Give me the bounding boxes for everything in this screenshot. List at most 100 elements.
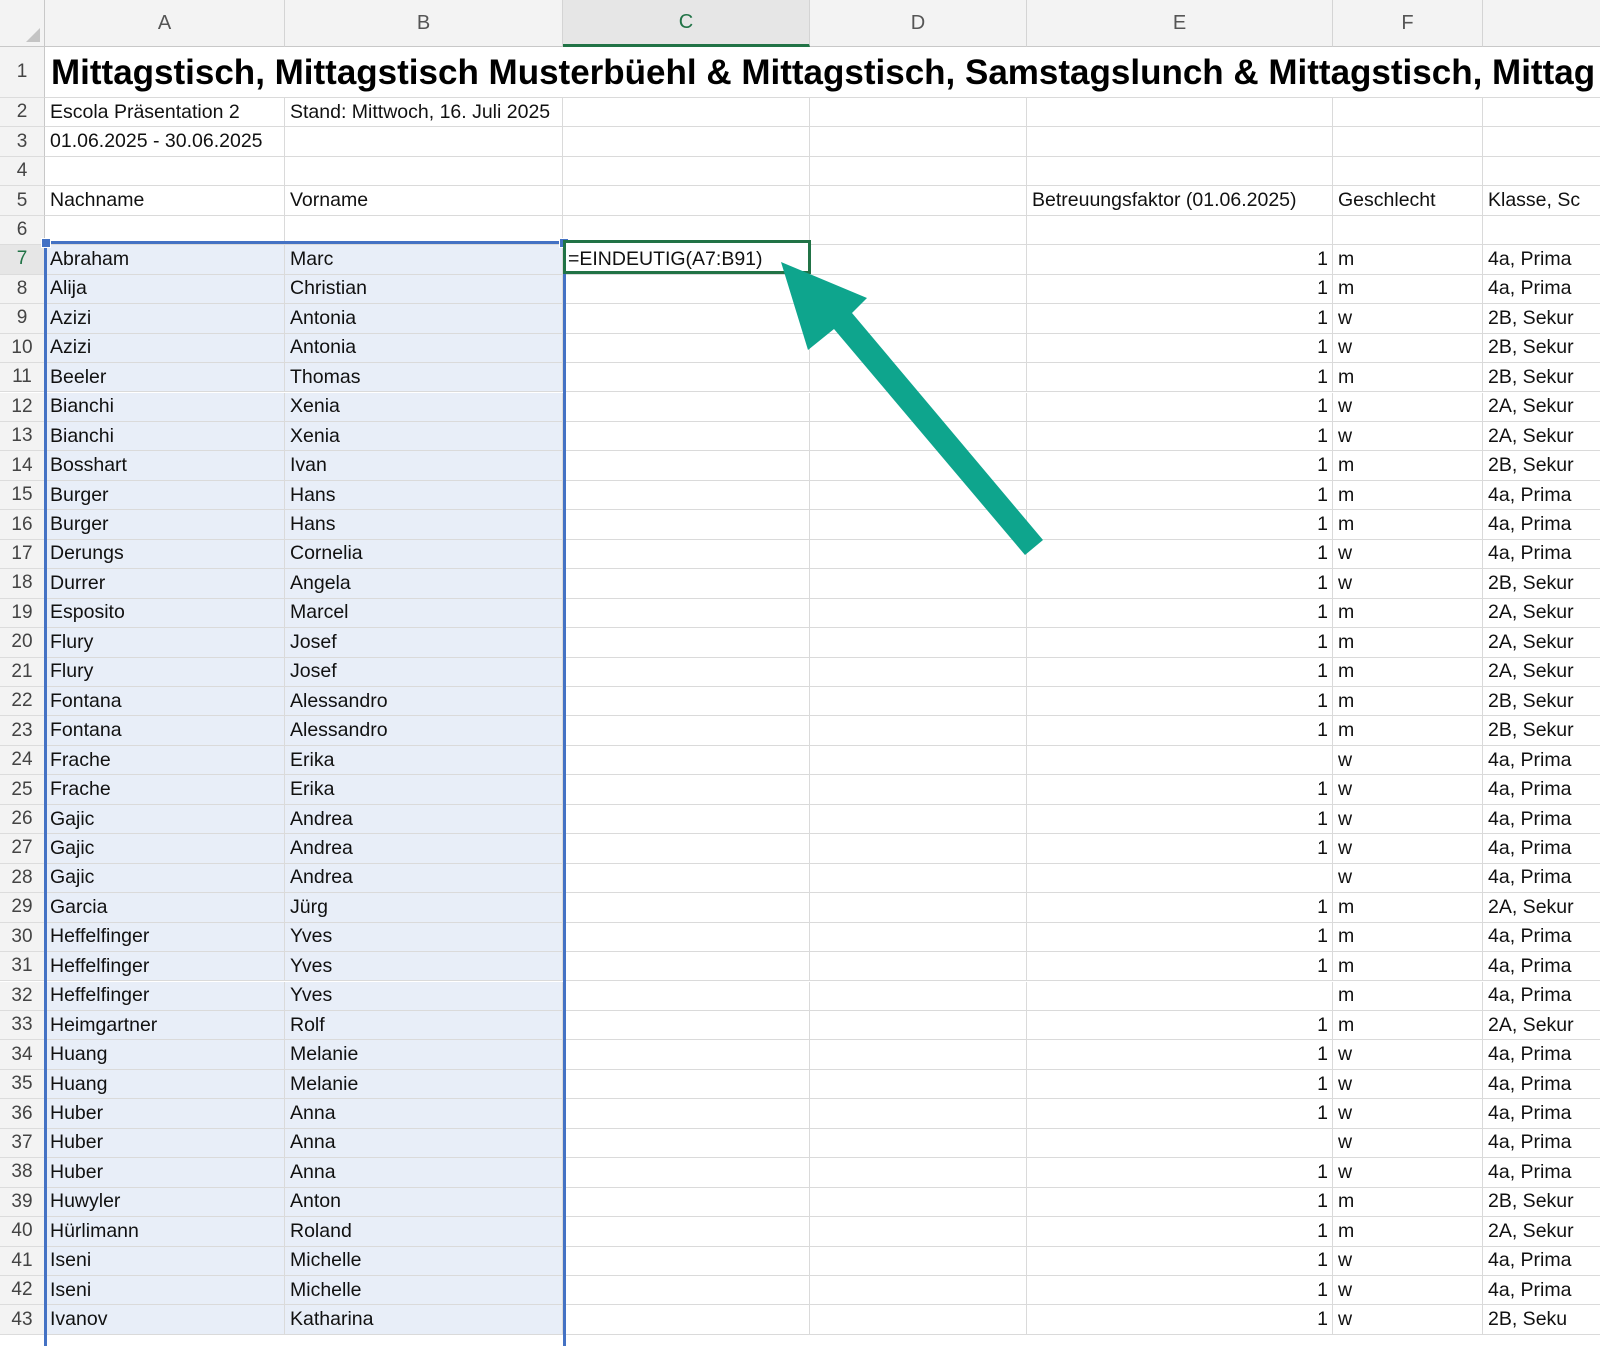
cell-F21[interactable]: m (1333, 657, 1483, 687)
cell-B40[interactable]: Roland (285, 1217, 563, 1247)
cell-C30[interactable] (563, 922, 810, 953)
cell-G12[interactable]: 2A, Sekur (1483, 393, 1600, 422)
cell-E14[interactable]: 1 (1027, 451, 1333, 481)
row-header-15[interactable]: 15 (0, 480, 45, 511)
cell-E32[interactable] (1027, 981, 1333, 1011)
cell-G13[interactable]: 2A, Sekur (1483, 422, 1600, 452)
cell-E7[interactable]: 1 (1027, 245, 1333, 275)
cell-E31[interactable]: 1 (1027, 952, 1333, 982)
cell-D5[interactable] (810, 186, 1027, 216)
cell-F10[interactable]: w (1333, 333, 1483, 364)
cell-A9[interactable]: Azizi (45, 304, 285, 334)
cell-B18[interactable]: Angela (285, 569, 563, 599)
row-header-42[interactable]: 42 (0, 1276, 45, 1306)
cell-D33[interactable] (810, 1010, 1027, 1041)
cell-C25[interactable] (563, 775, 810, 805)
row-header-14[interactable]: 14 (0, 451, 45, 481)
cell-B10[interactable]: Antonia (285, 333, 563, 364)
cell-G24[interactable]: 4a, Prima (1483, 746, 1600, 776)
cell-D23[interactable] (810, 716, 1027, 746)
cell-F18[interactable]: w (1333, 569, 1483, 599)
cell-F30[interactable]: m (1333, 922, 1483, 953)
cell-E3[interactable] (1027, 127, 1333, 157)
cell-D17[interactable] (810, 539, 1027, 570)
cell-C21[interactable] (563, 657, 810, 687)
cell-G18[interactable]: 2B, Sekur (1483, 569, 1600, 599)
cell-A11[interactable]: Beeler (45, 363, 285, 393)
cell-A35[interactable]: Huang (45, 1069, 285, 1100)
cell-A31[interactable]: Heffelfinger (45, 952, 285, 982)
cell-G36[interactable]: 4a, Prima (1483, 1099, 1600, 1129)
cell-A13[interactable]: Bianchi (45, 421, 285, 452)
cell-C31[interactable] (563, 952, 810, 982)
cell-G10[interactable]: 2B, Sekur (1483, 334, 1600, 364)
cell-D9[interactable] (810, 304, 1027, 334)
cell-D14[interactable] (810, 451, 1027, 481)
cell-E11[interactable]: 1 (1027, 363, 1333, 393)
cell-A10[interactable]: Azizi (45, 333, 285, 364)
cell-B31[interactable]: Yves (285, 952, 563, 982)
cell-B16[interactable]: Hans (285, 510, 563, 540)
row-header-3[interactable]: 3 (0, 127, 45, 157)
row-header-9[interactable]: 9 (0, 304, 45, 334)
cell-B21[interactable]: Josef (285, 657, 563, 687)
cell-D30[interactable] (810, 922, 1027, 953)
cell-D40[interactable] (810, 1217, 1027, 1247)
row-header-36[interactable]: 36 (0, 1099, 45, 1129)
cell-G31[interactable]: 4a, Prima (1483, 952, 1600, 982)
cell-F13[interactable]: w (1333, 421, 1483, 452)
row-header-8[interactable]: 8 (0, 274, 45, 305)
cell-B12[interactable]: Xenia (285, 392, 563, 422)
row-header-22[interactable]: 22 (0, 687, 45, 717)
cell-D38[interactable] (810, 1158, 1027, 1188)
cell-B30[interactable]: Yves (285, 922, 563, 953)
cell-F39[interactable]: m (1333, 1187, 1483, 1218)
cell-F19[interactable]: m (1333, 598, 1483, 629)
cell-B7[interactable]: Marc (285, 245, 563, 275)
cell-D7[interactable] (810, 245, 1027, 275)
cell-F36[interactable]: w (1333, 1099, 1483, 1129)
cell-F27[interactable]: w (1333, 834, 1483, 864)
cell-D39[interactable] (810, 1187, 1027, 1218)
cell-G27[interactable]: 4a, Prima (1483, 834, 1600, 864)
cell-E19[interactable]: 1 (1027, 598, 1333, 629)
cell-A8[interactable]: Alija (45, 274, 285, 305)
cell-E20[interactable]: 1 (1027, 628, 1333, 658)
cell-B27[interactable]: Andrea (285, 834, 563, 864)
select-all-corner[interactable] (0, 0, 45, 47)
cell-D36[interactable] (810, 1099, 1027, 1129)
cell-B23[interactable]: Alessandro (285, 716, 563, 746)
cell-B36[interactable]: Anna (285, 1099, 563, 1129)
cell-E27[interactable]: 1 (1027, 834, 1333, 864)
cell-B2[interactable]: Stand: Mittwoch, 16. Juli 2025 (285, 98, 563, 128)
cell-A26[interactable]: Gajic (45, 804, 285, 835)
cell-D25[interactable] (810, 775, 1027, 805)
row-header-26[interactable]: 26 (0, 804, 45, 835)
cell-F15[interactable]: m (1333, 480, 1483, 511)
cell-B3[interactable] (285, 127, 563, 157)
row-header-43[interactable]: 43 (0, 1305, 45, 1335)
cell-E38[interactable]: 1 (1027, 1158, 1333, 1188)
row-header-34[interactable]: 34 (0, 1040, 45, 1070)
cell-B42[interactable]: Michelle (285, 1276, 563, 1306)
cell-E8[interactable]: 1 (1027, 274, 1333, 305)
cell-B34[interactable]: Melanie (285, 1040, 563, 1070)
cell-G43[interactable]: 2B, Seku (1483, 1305, 1600, 1335)
cell-G3[interactable] (1483, 127, 1600, 157)
cell-C18[interactable] (563, 569, 810, 599)
cell-D13[interactable] (810, 421, 1027, 452)
cell-A4[interactable] (45, 156, 285, 187)
cell-G32[interactable]: 4a, Prima (1483, 982, 1600, 1011)
cell-C32[interactable] (563, 981, 810, 1011)
cell-C3[interactable] (563, 127, 810, 157)
cell-A12[interactable]: Bianchi (45, 392, 285, 422)
cell-B39[interactable]: Anton (285, 1187, 563, 1218)
cell-A33[interactable]: Heimgartner (45, 1010, 285, 1041)
cell-F5[interactable]: Geschlecht (1333, 186, 1483, 216)
cell-E22[interactable]: 1 (1027, 687, 1333, 717)
cell-C29[interactable] (563, 893, 810, 923)
cell-D27[interactable] (810, 834, 1027, 864)
cell-A34[interactable]: Huang (45, 1040, 285, 1070)
cell-D6[interactable] (810, 215, 1027, 246)
cell-D3[interactable] (810, 127, 1027, 157)
